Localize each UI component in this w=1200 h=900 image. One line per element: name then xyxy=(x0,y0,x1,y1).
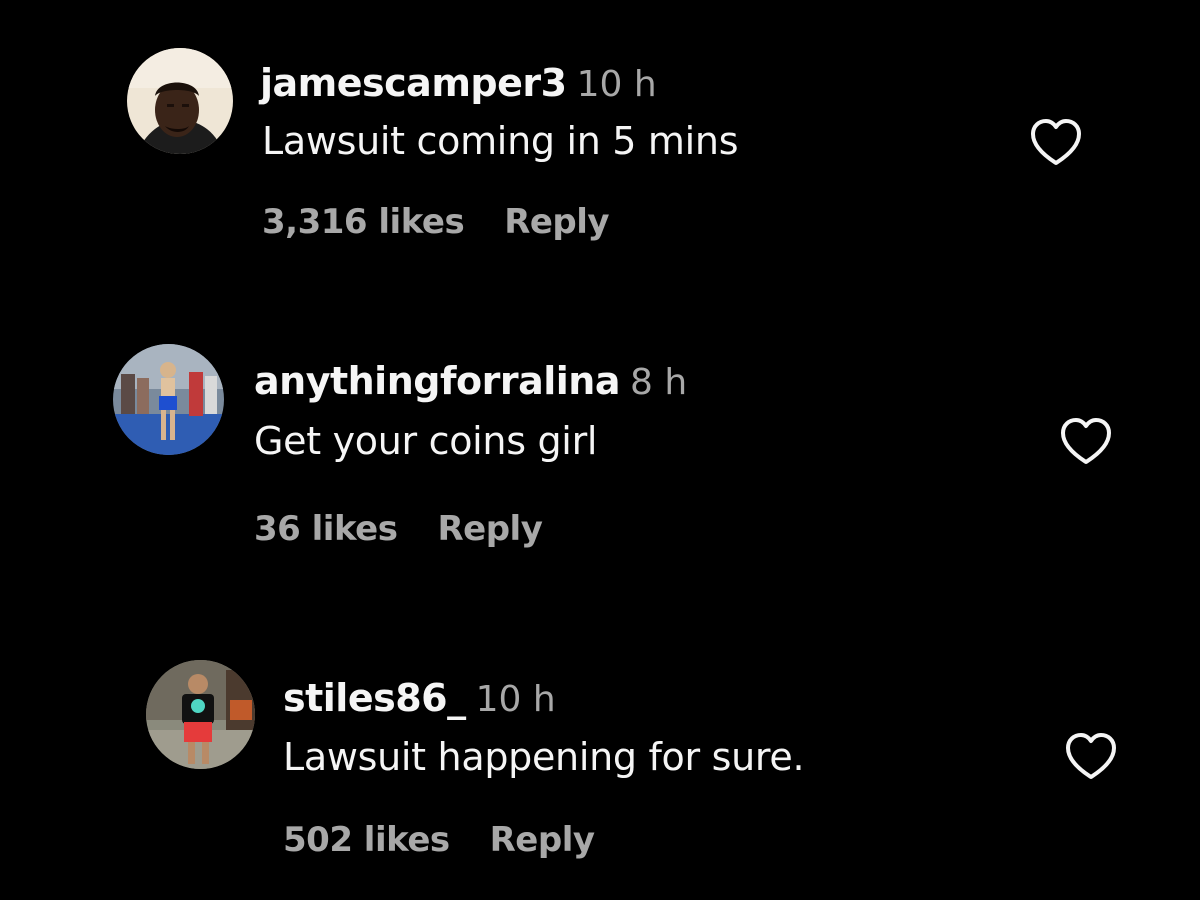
timestamp[interactable]: 10 h xyxy=(476,679,556,720)
heart-outline-icon[interactable] xyxy=(1059,417,1113,467)
comment-item: jamescamper3 10 h Lawsuit coming in 5 min… xyxy=(0,0,1200,290)
comment-actions: 3,316 likes Reply xyxy=(262,202,610,242)
comment-text: Lawsuit happening for sure. xyxy=(283,735,805,779)
likes-count[interactable]: 502 likes xyxy=(283,820,450,860)
username-link[interactable]: anythingforralina xyxy=(254,359,620,403)
reply-button[interactable]: Reply xyxy=(490,820,595,860)
comment-actions: 502 likes Reply xyxy=(283,823,595,857)
comment-header: anythingforralina 8 h xyxy=(254,362,687,401)
username-link[interactable]: stiles86_ xyxy=(283,676,466,720)
comment-actions: 36 likes Reply xyxy=(254,509,543,549)
comment-item: anythingforralina 8 h Get your coins girl… xyxy=(0,290,1200,610)
likes-count[interactable]: 3,316 likes xyxy=(262,202,465,242)
username-link[interactable]: jamescamper3 xyxy=(260,61,567,105)
comment-header: jamescamper3 10 h xyxy=(260,64,657,103)
reply-button[interactable]: Reply xyxy=(504,202,609,242)
comment-text: Get your coins girl xyxy=(254,419,598,463)
comment-text: Lawsuit coming in 5 mins xyxy=(262,119,739,163)
reply-button[interactable]: Reply xyxy=(437,509,542,549)
avatar[interactable] xyxy=(127,48,233,154)
avatar[interactable] xyxy=(146,660,255,769)
comment-item: stiles86_ 10 h Lawsuit happening for sure… xyxy=(0,610,1200,900)
timestamp[interactable]: 8 h xyxy=(630,362,687,403)
heart-outline-icon[interactable] xyxy=(1064,732,1118,782)
likes-count[interactable]: 36 likes xyxy=(254,509,398,549)
comment-header: stiles86_ 10 h xyxy=(283,679,556,718)
avatar[interactable] xyxy=(113,344,224,455)
heart-outline-icon[interactable] xyxy=(1029,118,1083,168)
timestamp[interactable]: 10 h xyxy=(577,64,657,105)
